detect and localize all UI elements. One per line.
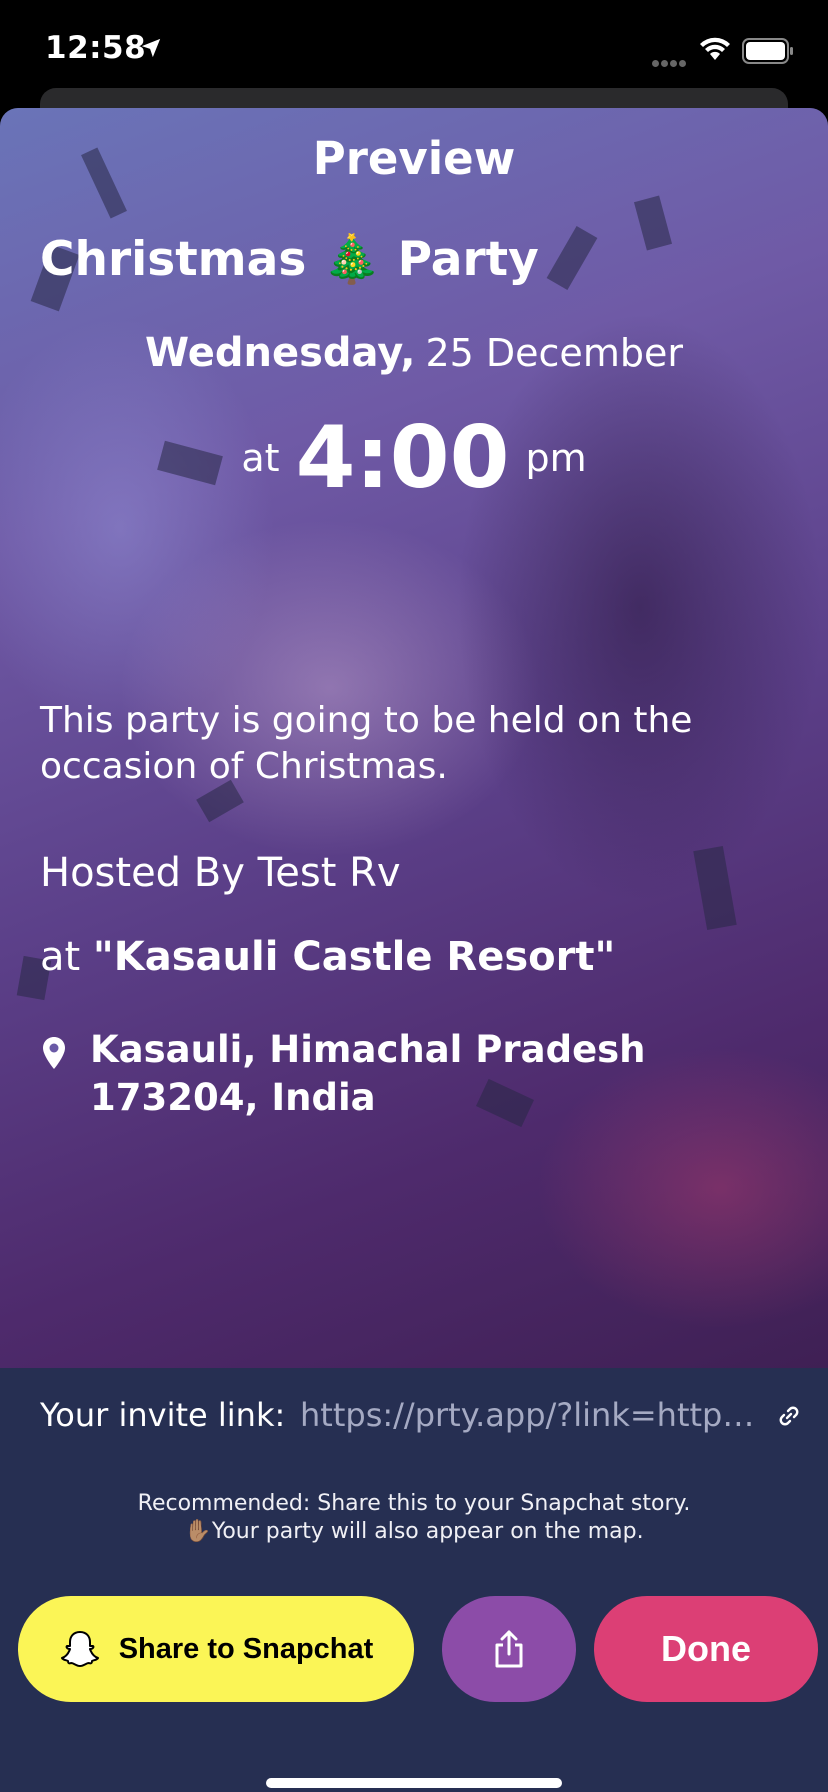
share-to-snapchat-label: Share to Snapchat (118, 1632, 374, 1665)
signal-icon (652, 52, 688, 71)
snapchat-ghost-icon (60, 1631, 99, 1667)
party-day-date: 25 December (425, 331, 683, 375)
home-indicator (266, 1778, 562, 1788)
location-arrow-icon (141, 38, 161, 58)
wifi-icon (700, 37, 730, 60)
done-button[interactable]: Done (594, 1596, 818, 1702)
venue-name: "Kasauli Castle Resort" (92, 934, 616, 980)
party-time: at 4:00 pm (0, 408, 828, 508)
party-date: Wednesday, 25 December (0, 330, 828, 376)
time-at-label: at (241, 436, 280, 480)
venue-prefix: at (40, 934, 81, 980)
link-icon[interactable] (777, 1404, 801, 1428)
preview-heading: Preview (312, 132, 516, 185)
invite-preview-sheet: Preview Christmas 🎄 Party Wednesday, 25 D… (0, 108, 828, 1792)
party-title: Christmas 🎄 Party (40, 232, 539, 287)
venue: at "Kasauli Castle Resort" (40, 934, 615, 980)
venue-address: Kasauli, Himachal Pradesh 173204, India (90, 1028, 646, 1119)
recommendation-line-2: ✋🏽Your party will also appear on the map… (184, 1519, 644, 1544)
recommendation-line-1: Recommended: Share this to your Snapchat… (137, 1491, 691, 1516)
confetti-decoration (693, 846, 737, 930)
party-description: This party is going to be held on the oc… (40, 700, 693, 787)
invite-link-row[interactable]: Your invite link: https://prty.app/?link… (40, 1386, 800, 1446)
party-preview-card: Preview Christmas 🎄 Party Wednesday, 25 D… (0, 108, 828, 1368)
hosted-by: Hosted By Test Rv (40, 850, 401, 896)
share-button[interactable] (442, 1596, 576, 1702)
battery-icon (742, 38, 793, 64)
status-time: 12:58 (45, 30, 147, 66)
status-bar: 12:58 (0, 0, 828, 100)
done-label: Done (661, 1628, 751, 1669)
invite-link-label: Your invite link: (40, 1396, 286, 1434)
party-time-value: 4:00 (295, 408, 510, 508)
share-to-snapchat-button[interactable]: Share to Snapchat (18, 1596, 414, 1702)
confetti-decoration (633, 195, 673, 251)
map-pin-icon (43, 1037, 65, 1069)
party-time-ampm: pm (525, 436, 587, 480)
snapchat-recommendation: Recommended: Share this to your Snapchat… (0, 1490, 828, 1546)
share-icon (495, 1630, 523, 1668)
party-weekday: Wednesday, (145, 330, 416, 376)
invite-link-url[interactable]: https://prty.app/?link=https://prty.app (300, 1396, 760, 1434)
confetti-decoration (546, 226, 598, 290)
